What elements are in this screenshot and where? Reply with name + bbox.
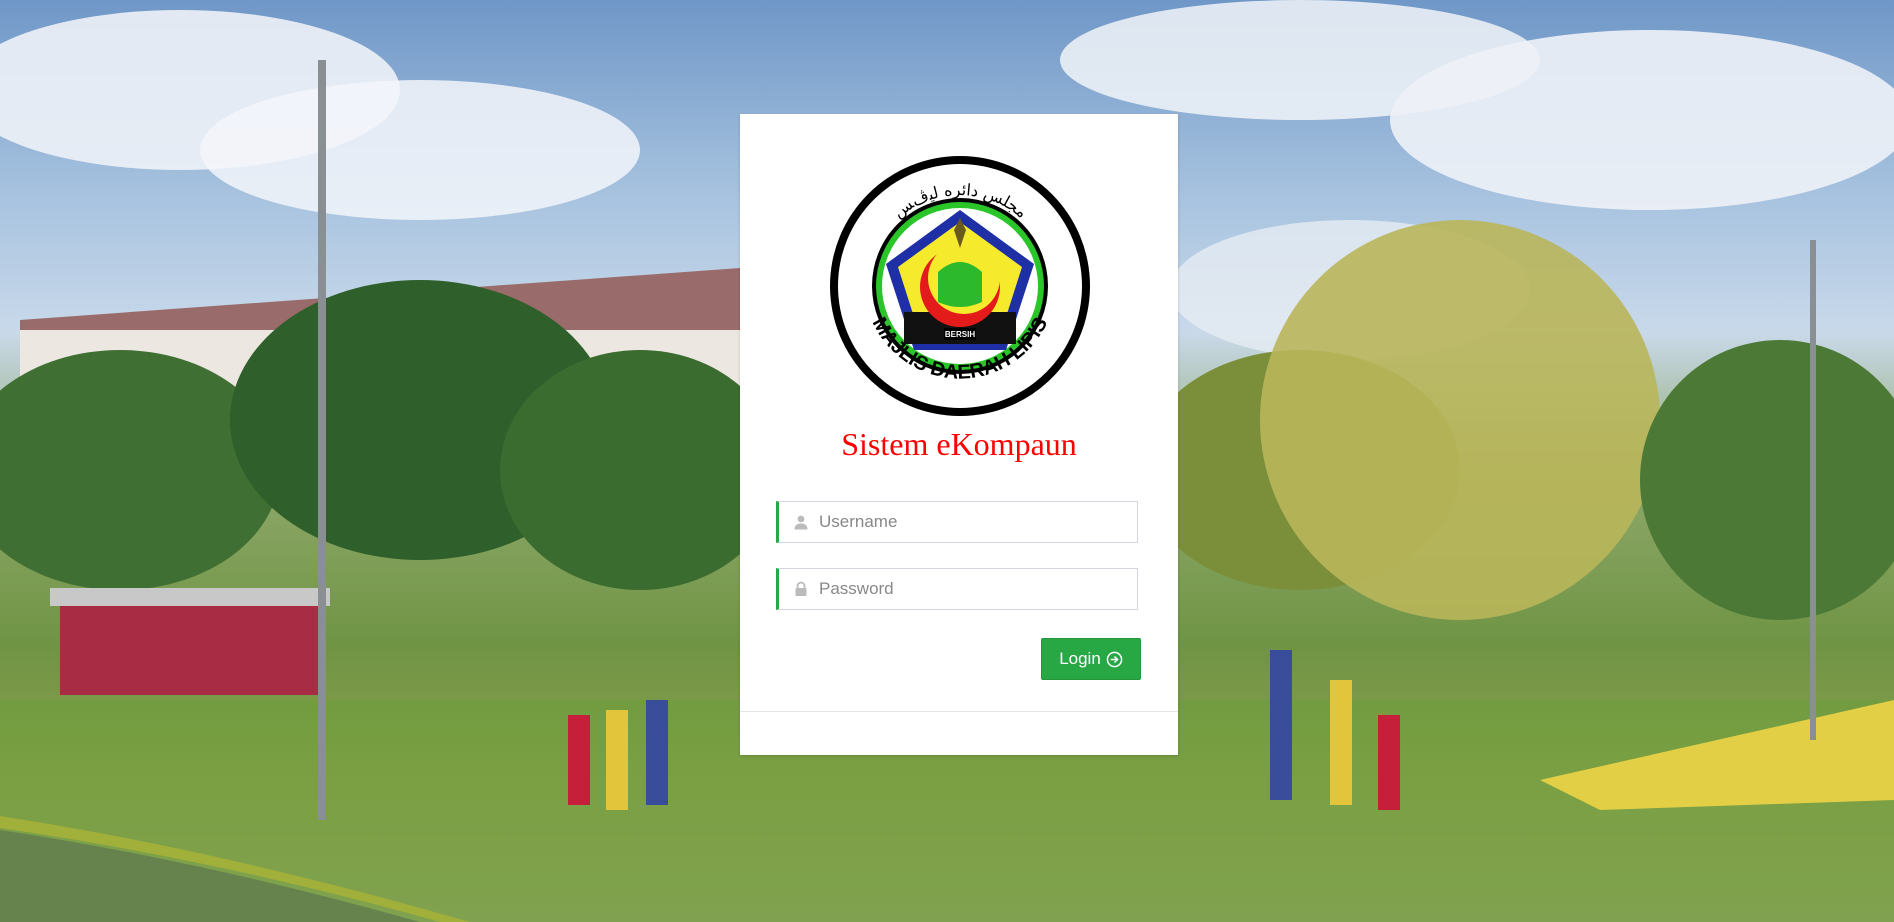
logo-badge-text: BERSIH [945,330,975,339]
password-input[interactable] [819,569,1129,609]
lock-icon [795,581,807,596]
username-input[interactable] [819,502,1129,542]
app-title: Sistem eKompaun [841,426,1077,462]
majlis-daerah-lipis-logo: BERSIH MAJLIS DAERAH LIPIS ﻣﺠﻠﺲ ﺩﺍﺋﺮﻩ ﻟﻴ… [830,156,1090,416]
login-card: BERSIH MAJLIS DAERAH LIPIS ﻣﺠﻠﺲ ﺩﺍﺋﺮﻩ ﻟﻴ… [740,114,1178,755]
card-footer-divider [740,711,1178,712]
login-button[interactable]: Login [1041,638,1141,680]
login-button-label: Login [1059,649,1101,668]
password-field[interactable] [776,568,1138,610]
arrow-circle-right-icon [1106,651,1123,667]
username-field[interactable] [776,501,1138,543]
user-icon [794,515,808,530]
